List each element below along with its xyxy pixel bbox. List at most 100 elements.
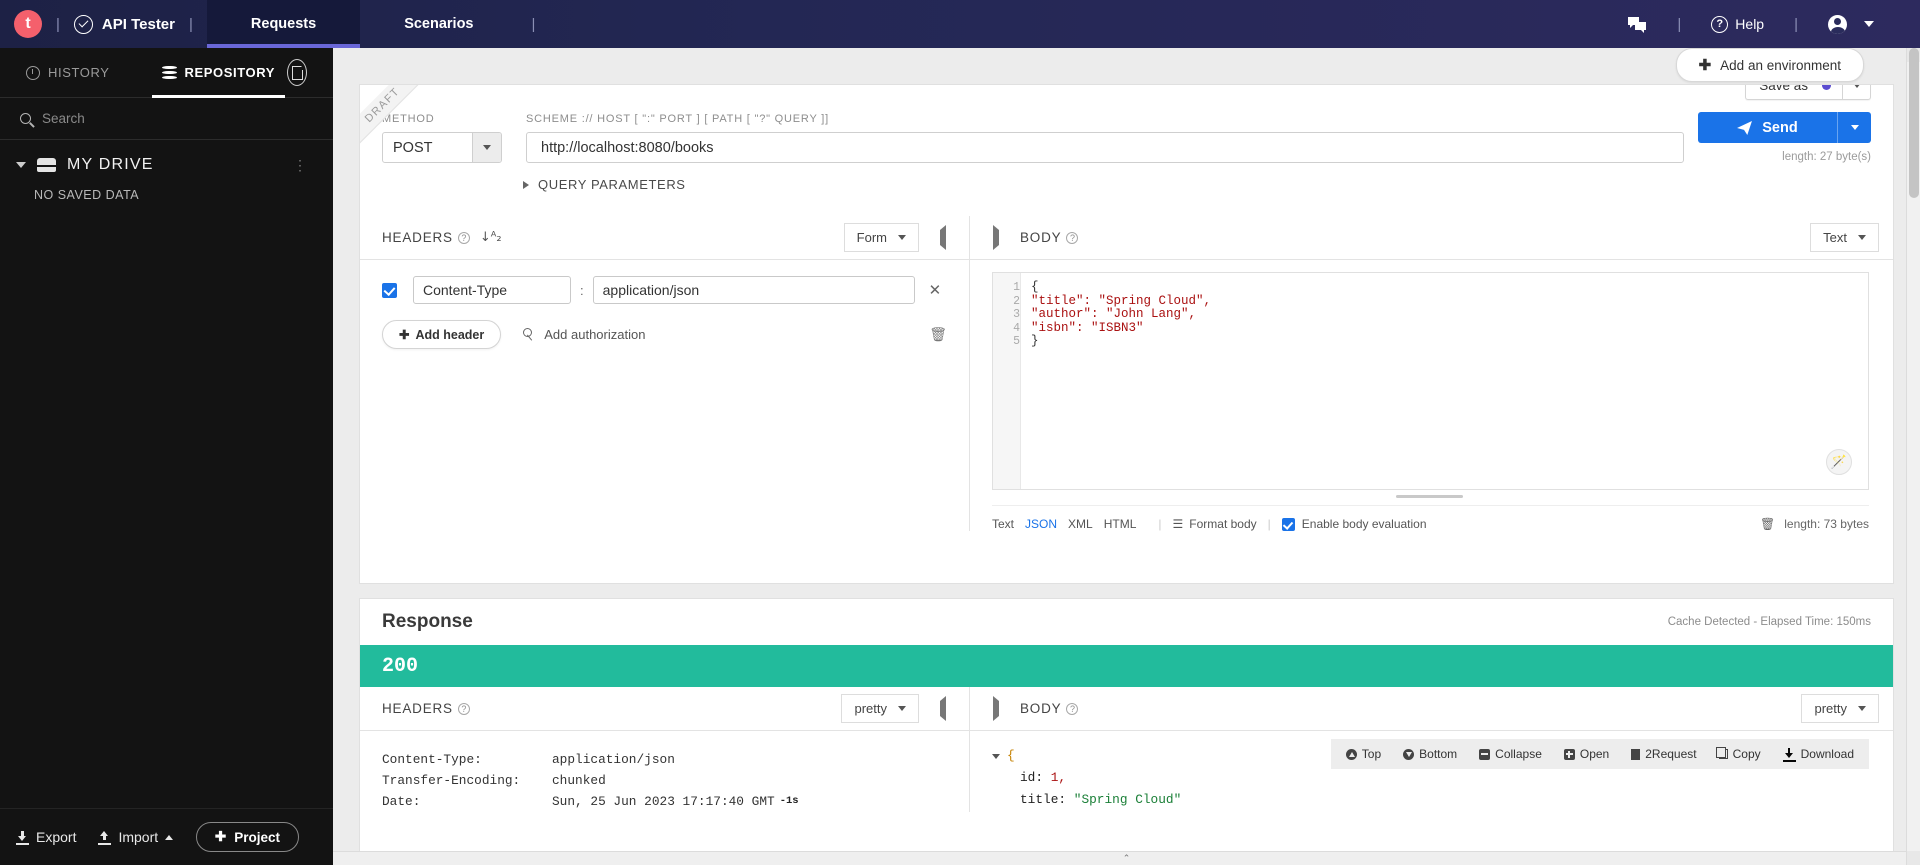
list-item: Content-Type: application/json — [382, 749, 969, 770]
method-field: METHOD POST — [382, 113, 502, 163]
new-document-button[interactable] — [287, 59, 307, 86]
tab-requests[interactable]: Requests — [206, 0, 361, 48]
response-body-view-mode-value: pretty — [1814, 701, 1847, 716]
response-split: HEADERS ? pretty Content-Type: applicati… — [360, 687, 1893, 812]
page-scrollbar[interactable] — [1906, 48, 1920, 865]
add-header-button[interactable]: ✚ Add header — [382, 320, 502, 349]
enable-body-evaluation-checkbox[interactable] — [1281, 517, 1295, 531]
request-headers-view-mode-select[interactable]: Form — [843, 223, 919, 252]
json-open-label: Open — [1579, 747, 1610, 761]
save-as-wrap: Save as — [1698, 85, 1871, 100]
code-line: { — [1031, 280, 1039, 294]
request-body-view-mode-select[interactable]: Text — [1810, 223, 1879, 252]
json-collapse-button[interactable]: Collapse — [1468, 745, 1553, 763]
add-authorization-button[interactable]: Add authorization — [523, 327, 645, 342]
format-body-button[interactable]: ☰ Format body — [1173, 517, 1257, 531]
code-line: "author": "John Lang", — [1031, 307, 1197, 322]
request-body-head: BODY ? Text — [970, 216, 1893, 260]
collapse-right-button[interactable] — [984, 225, 1008, 250]
json-bottom-button[interactable]: Bottom — [1392, 745, 1468, 763]
request-body-editor[interactable]: 1 2 3 4 5 { "title": "Spring Cloud", "au… — [992, 272, 1869, 490]
main-area: HISTORY REPOSITORY Search MY DRIVE ⋮ NO … — [0, 48, 1920, 865]
collapse-right-button[interactable] — [984, 696, 1008, 721]
upload-icon — [98, 830, 112, 845]
add-project-button[interactable]: ✚ Project — [195, 822, 299, 852]
send-label-wrap: Send — [1698, 112, 1837, 143]
search-input[interactable]: Search — [42, 111, 85, 126]
help-icon[interactable]: ? — [1066, 231, 1079, 244]
send-button[interactable]: Send — [1698, 112, 1871, 143]
format-option-html[interactable]: HTML — [1104, 517, 1137, 531]
response-body-head: BODY ? pretty — [970, 687, 1893, 731]
header-enabled-checkbox[interactable] — [382, 282, 397, 298]
sort-az-icon[interactable]: ↓ᴬ₂ — [480, 230, 502, 245]
export-button[interactable]: Export — [16, 829, 76, 845]
sidebar-search-row[interactable]: Search — [0, 98, 333, 140]
editor-horizontal-scrollbar[interactable] — [1014, 493, 1845, 499]
collapse-left-button[interactable] — [931, 225, 955, 250]
delete-all-headers-button[interactable]: 🗑 — [929, 327, 947, 343]
collapse-toggle-icon[interactable] — [992, 754, 1000, 759]
help-icon[interactable]: ? — [457, 702, 470, 715]
request-split: HEADERS ? ↓ᴬ₂ Form Content-Type: applic… — [360, 216, 1893, 531]
response-headers-view-mode-select[interactable]: pretty — [841, 694, 919, 723]
response-header-key: Transfer-Encoding: — [382, 773, 521, 788]
drive-icon — [37, 158, 56, 172]
list-item: Date: Sun, 25 Jun 2023 17:17:40 GMT -1s — [382, 791, 969, 812]
send-column: Save as Send length: 27 byte(s) — [1698, 85, 1893, 163]
query-parameters-toggle[interactable]: QUERY PARAMETERS — [360, 163, 1893, 192]
account-menu[interactable] — [1812, 0, 1890, 48]
app-name[interactable]: API Tester — [73, 14, 175, 34]
bottom-scroll-handle[interactable]: ⌃ — [333, 851, 1920, 865]
response-header-value: chunked — [552, 773, 606, 788]
app-logo-icon[interactable]: t — [14, 10, 42, 38]
format-option-xml[interactable]: XML — [1068, 517, 1093, 531]
save-as-button[interactable]: Save as — [1745, 85, 1871, 100]
collapse-left-button[interactable] — [931, 696, 955, 721]
tab-scenarios[interactable]: Scenarios — [360, 0, 517, 48]
kebab-menu-icon[interactable]: ⋮ — [293, 157, 313, 174]
add-environment-button[interactable]: ✚ Add an environment — [1675, 48, 1864, 82]
sidebar-item-my-drive[interactable]: MY DRIVE ⋮ — [0, 140, 333, 174]
method-select[interactable]: POST — [382, 132, 502, 163]
clear-body-button[interactable]: 🗑 — [1760, 517, 1775, 531]
request-body-code[interactable]: { "title": "Spring Cloud", "author": "Jo… — [1021, 273, 1868, 489]
json-download-button[interactable]: Download — [1772, 745, 1865, 763]
header-colon: : — [580, 282, 584, 298]
header-key-input[interactable]: Content-Type — [413, 276, 571, 304]
save-as-dropdown-arrow[interactable] — [1842, 85, 1870, 99]
scrollbar-thumb[interactable] — [1909, 48, 1919, 198]
help-icon[interactable]: ? — [457, 231, 470, 244]
magic-wand-icon[interactable]: 🪄 — [1826, 449, 1852, 475]
json-to-request-button[interactable]: 2Request — [1620, 745, 1707, 763]
url-input[interactable]: http://localhost:8080/books — [526, 132, 1684, 163]
help-button[interactable]: ? Help — [1695, 0, 1780, 48]
help-icon[interactable]: ? — [1066, 702, 1079, 715]
status-badge: 200 — [360, 645, 1893, 687]
format-option-json[interactable]: JSON — [1025, 517, 1057, 531]
unsaved-dot-indicator — [1822, 85, 1831, 90]
import-label: Import — [118, 829, 159, 845]
json-top-button[interactable]: Top — [1335, 745, 1392, 763]
question-mark-icon: ? — [1711, 15, 1729, 33]
topbar-separator-1: | — [56, 15, 60, 33]
json-open-button[interactable]: Open — [1553, 745, 1620, 763]
chat-bubbles-icon[interactable] — [1611, 0, 1663, 48]
scroll-down-arrow[interactable] — [1907, 851, 1920, 865]
header-value-input[interactable]: application/json — [592, 276, 915, 304]
chevron-down-icon[interactable] — [16, 162, 26, 168]
import-button[interactable]: Import — [98, 829, 174, 845]
json-line: id: 1, — [992, 767, 1893, 789]
remove-header-button[interactable]: ✕ — [929, 281, 942, 299]
check-circle-icon — [73, 14, 93, 34]
json-download-label: Download — [1800, 747, 1854, 761]
sidebar-tab-history[interactable]: HISTORY — [14, 48, 122, 98]
format-option-text[interactable]: Text — [992, 517, 1014, 531]
sidebar-tab-repository[interactable]: REPOSITORY — [150, 48, 288, 98]
request-body-collapse-arrows — [984, 225, 1008, 250]
send-dropdown-arrow[interactable] — [1837, 112, 1871, 143]
method-dropdown-arrow[interactable] — [472, 133, 501, 162]
json-copy-button[interactable]: Copy — [1708, 745, 1772, 763]
response-body-view-mode-select[interactable]: pretty — [1801, 694, 1879, 723]
app-name-label: API Tester — [101, 15, 175, 33]
